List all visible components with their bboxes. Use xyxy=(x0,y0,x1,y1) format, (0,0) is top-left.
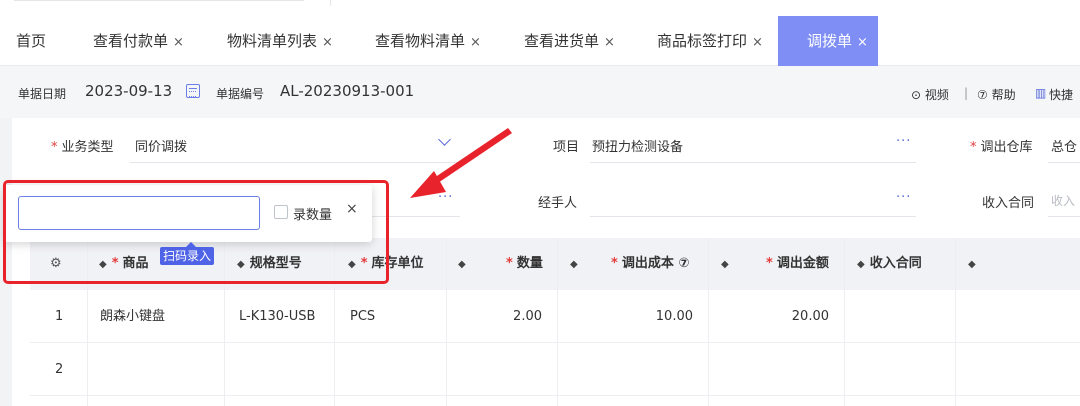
annotation-arrow xyxy=(410,128,512,198)
